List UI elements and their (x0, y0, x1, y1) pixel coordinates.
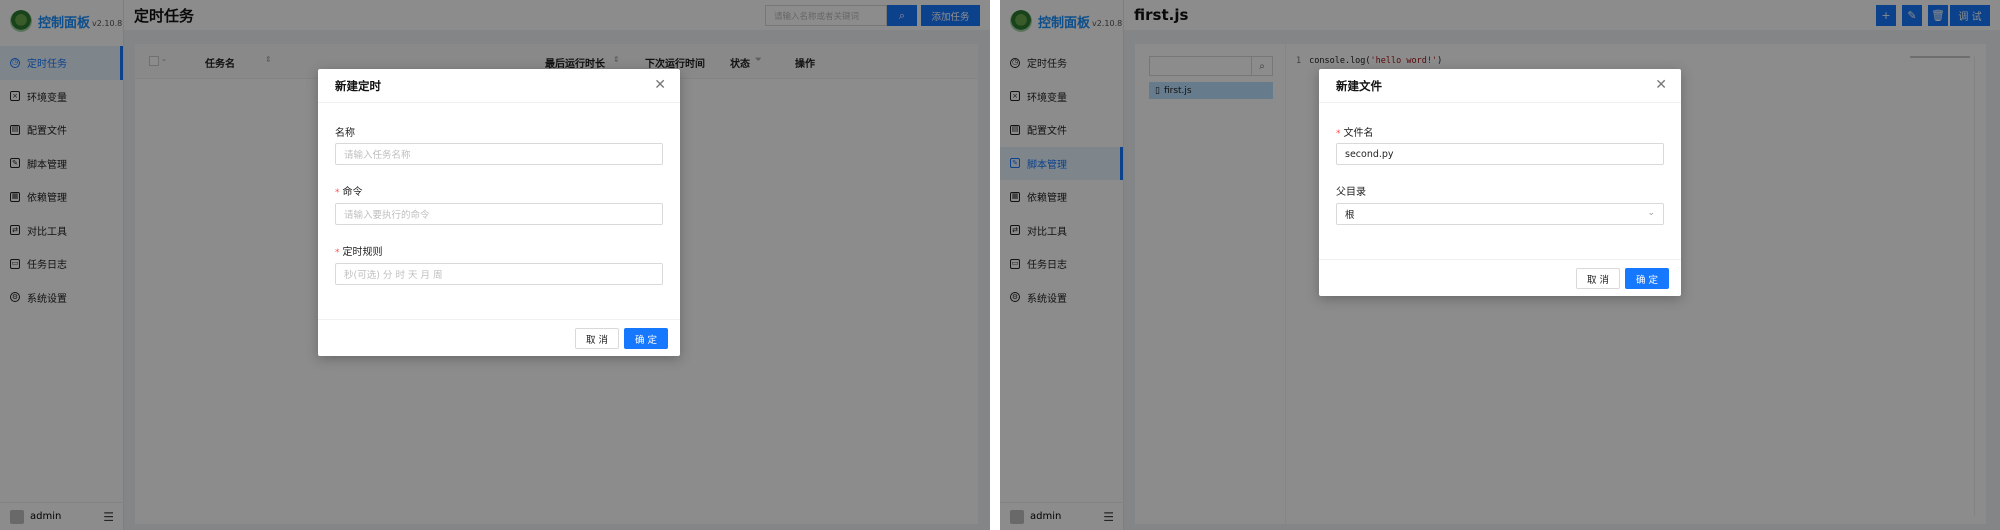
chevron-down-icon: ⌄ (1647, 208, 1655, 218)
left-screen: 控制面板 v2.10.8 ◷ 定时任务 × 环境变量 ▤ 配置文件 ✎ 脚本管理 ▦ 依赖… (0, 0, 990, 530)
command-field[interactable]: 请输入要执行的命令 (335, 203, 663, 225)
parent-dir-value: 根 (1345, 210, 1355, 221)
close-icon[interactable]: ✕ (1655, 78, 1667, 92)
parent-dir-select[interactable]: 根 ⌄ (1336, 203, 1664, 225)
schedule-label: * 定时规则 (335, 247, 383, 258)
ok-button[interactable]: 确 定 (624, 328, 668, 349)
modal-footer: 取 消 确 定 (318, 319, 680, 356)
required-mark: * (335, 248, 340, 258)
new-cron-modal: 新建定时 ✕ 名称 请输入任务名称 * 命令 请输入要执行的命令 * 定时规则 秒(… (318, 69, 680, 356)
command-label: * 命令 (335, 187, 363, 198)
required-mark: * (1336, 129, 1341, 139)
required-mark: * (335, 188, 340, 198)
filename-field[interactable]: second.py (1336, 143, 1664, 165)
modal-title: 新建定时 (318, 69, 680, 103)
cancel-button[interactable]: 取 消 (575, 328, 619, 349)
close-icon[interactable]: ✕ (654, 78, 666, 92)
new-file-modal: 新建文件 ✕ * 文件名 second.py 父目录 根 ⌄ 取 消 确 定 (1319, 69, 1681, 296)
modal-footer: 取 消 确 定 (1319, 259, 1681, 296)
cancel-button[interactable]: 取 消 (1576, 268, 1620, 289)
screen-divider (990, 0, 1000, 530)
ok-button[interactable]: 确 定 (1625, 268, 1669, 289)
parent-dir-label: 父目录 (1336, 187, 1366, 198)
modal-title: 新建文件 (1319, 69, 1681, 103)
name-label: 名称 (335, 128, 355, 139)
right-screen: 控制面板 v2.10.8 ◷ 定时任务 × 环境变量 ▤ 配置文件 ✎ 脚本管理 ▦ 依赖… (1000, 0, 2000, 530)
filename-label: * 文件名 (1336, 128, 1374, 139)
name-field[interactable]: 请输入任务名称 (335, 143, 663, 165)
schedule-field[interactable]: 秒(可选) 分 时 天 月 周 (335, 263, 663, 285)
